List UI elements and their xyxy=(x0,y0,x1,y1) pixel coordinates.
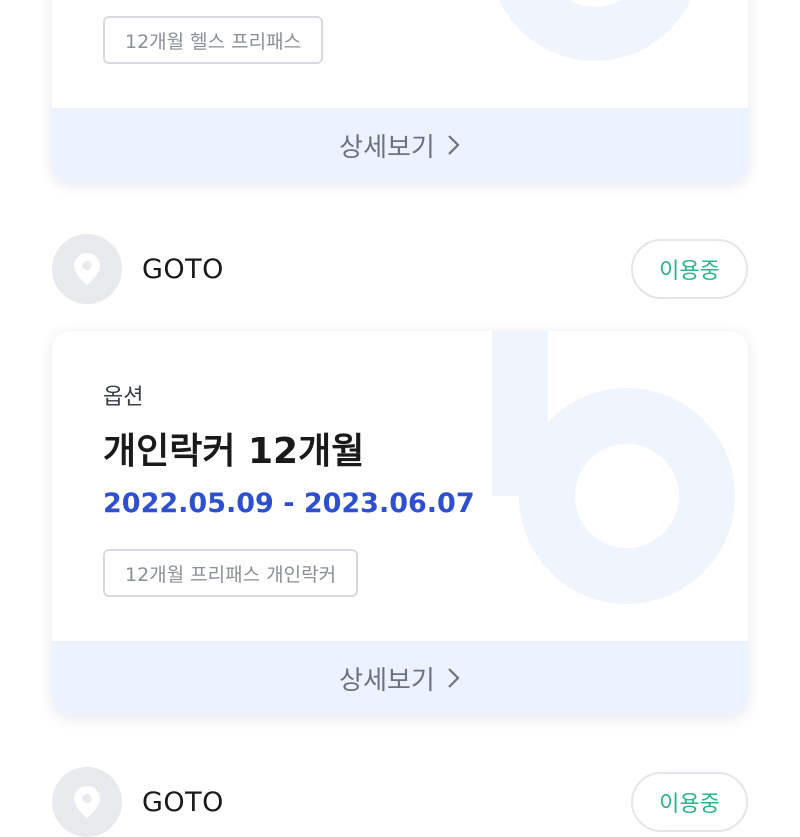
pass-card-1: 12개월 헬스 프리패스 상세보기 xyxy=(52,0,748,182)
pass-tag: 12개월 헬스 프리패스 xyxy=(103,16,324,64)
pass-card-1-body: 12개월 헬스 프리패스 xyxy=(52,0,748,108)
gym-name: GOTO xyxy=(142,786,224,818)
detail-button[interactable]: 상세보기 xyxy=(52,641,748,715)
chevron-right-icon xyxy=(448,668,460,688)
status-badge: 이용중 xyxy=(631,772,748,832)
brand-watermark-icon xyxy=(499,0,691,61)
pass-title: 개인락커 12개월 xyxy=(103,431,365,472)
pass-period: 2022.05.09 - 2023.06.07 xyxy=(103,488,475,519)
status-badge-label: 이용중 xyxy=(659,259,720,284)
detail-button-label: 상세보기 xyxy=(339,132,435,163)
gym-header: GOTO 이용중 xyxy=(52,767,748,837)
gym-name: GOTO xyxy=(142,253,224,285)
gym-avatar xyxy=(52,234,122,304)
pass-tag: 12개월 프리패스 개인락커 xyxy=(103,549,359,597)
brand-watermark-icon xyxy=(492,331,735,604)
chevron-right-icon xyxy=(448,135,460,155)
location-pin-icon xyxy=(74,253,100,285)
location-pin-icon xyxy=(74,786,100,818)
pass-tag-label: 12개월 헬스 프리패스 xyxy=(125,30,302,53)
status-badge: 이용중 xyxy=(631,239,748,299)
detail-button-label: 상세보기 xyxy=(339,665,435,696)
detail-button[interactable]: 상세보기 xyxy=(52,108,748,182)
option-label: 옵션 xyxy=(103,385,144,410)
pass-tag-label: 12개월 프리패스 개인락커 xyxy=(125,563,337,586)
pass-card-2-body: 옵션 개인락커 12개월 2022.05.09 - 2023.06.07 12개… xyxy=(52,331,748,641)
gym-avatar xyxy=(52,767,122,837)
gym-header: GOTO 이용중 xyxy=(52,234,748,304)
status-badge-label: 이용중 xyxy=(659,792,720,817)
pass-card-2: 옵션 개인락커 12개월 2022.05.09 - 2023.06.07 12개… xyxy=(52,331,748,715)
